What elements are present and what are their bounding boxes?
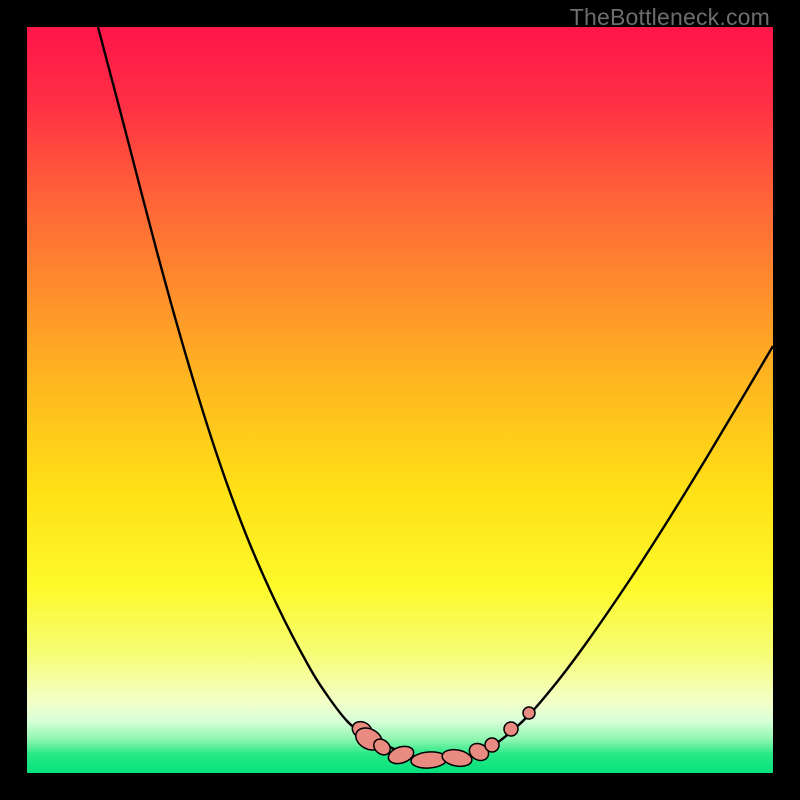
plot-area	[27, 27, 773, 773]
gradient-background	[27, 27, 773, 773]
bottleneck-chart	[27, 27, 773, 773]
outer-frame: TheBottleneck.com	[0, 0, 800, 800]
